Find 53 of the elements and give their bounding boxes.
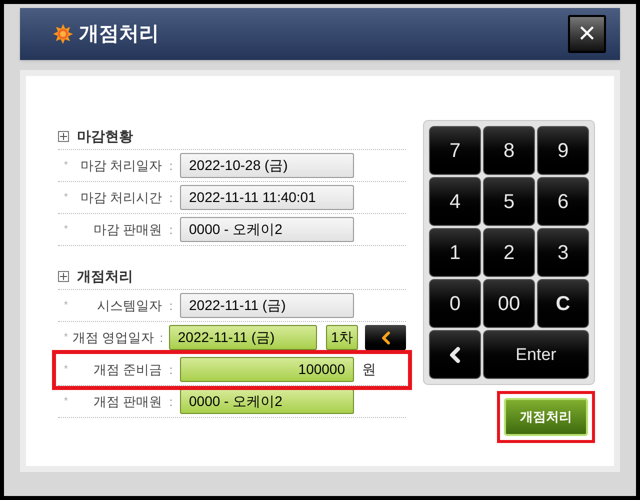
- value-field[interactable]: 2022-11-11 11:40:01: [180, 185, 354, 210]
- keypad-key[interactable]: 1: [429, 228, 481, 277]
- value-field[interactable]: 2022-11-11 (금): [168, 325, 317, 350]
- colon: :: [168, 222, 174, 238]
- keypad-key[interactable]: 5: [483, 177, 535, 226]
- keypad-key[interactable]: 9: [537, 126, 589, 175]
- keypad-key[interactable]: 2: [483, 228, 535, 277]
- field-label: 마감 처리시간: [79, 188, 162, 207]
- field-label: 시스템일자: [96, 296, 162, 315]
- colon: :: [168, 158, 174, 174]
- field-label: 마감 판매원: [92, 220, 162, 239]
- section-heading: 개점처리: [77, 267, 133, 286]
- required-mark: *: [64, 395, 69, 409]
- value-field[interactable]: 0000 - 오케이2: [180, 389, 354, 414]
- required-mark: *: [64, 331, 69, 345]
- colon: :: [168, 362, 174, 378]
- section-heading: 마감현황: [77, 127, 133, 146]
- value-field[interactable]: 2022-11-11 (금): [180, 293, 354, 318]
- keypad-key[interactable]: 00: [483, 279, 535, 328]
- colon: :: [158, 330, 164, 346]
- backspace-key[interactable]: [429, 330, 481, 379]
- required-mark: *: [64, 223, 69, 237]
- value-field[interactable]: 100000: [180, 357, 354, 382]
- field-label: 개점 영업일자: [72, 328, 154, 347]
- enter-key[interactable]: Enter: [483, 330, 589, 379]
- value-field[interactable]: 0000 - 오케이2: [180, 217, 354, 242]
- required-mark: *: [64, 299, 69, 313]
- keypad-key[interactable]: 7: [429, 126, 481, 175]
- colon: :: [168, 394, 174, 410]
- open-store-button[interactable]: 개점처리: [504, 398, 588, 436]
- keypad-key[interactable]: 3: [537, 228, 589, 277]
- required-mark: *: [64, 159, 69, 173]
- expand-icon[interactable]: [58, 271, 69, 282]
- keypad-key[interactable]: 6: [537, 177, 589, 226]
- sun-gear-icon: [52, 23, 74, 45]
- close-button[interactable]: ×: [568, 15, 606, 53]
- keypad-key[interactable]: 4: [429, 177, 481, 226]
- colon: :: [168, 190, 174, 206]
- window-title: 개점처리: [79, 22, 159, 47]
- keypad-key[interactable]: C: [537, 279, 589, 328]
- colon: :: [168, 298, 174, 314]
- keypad-key[interactable]: 8: [483, 126, 535, 175]
- field-label: 마감 처리일자: [79, 156, 162, 175]
- back-button[interactable]: [365, 325, 406, 350]
- required-mark: *: [64, 363, 69, 377]
- field-label: 개점 판매원: [92, 392, 162, 411]
- expand-icon[interactable]: [58, 131, 69, 142]
- keypad-key[interactable]: 0: [429, 279, 481, 328]
- currency-unit: 원: [362, 360, 376, 379]
- value-field[interactable]: 2022-10-28 (금): [180, 153, 354, 178]
- round-button[interactable]: 1차: [326, 325, 358, 350]
- required-mark: *: [64, 191, 69, 205]
- field-label: 개점 준비금: [92, 360, 162, 379]
